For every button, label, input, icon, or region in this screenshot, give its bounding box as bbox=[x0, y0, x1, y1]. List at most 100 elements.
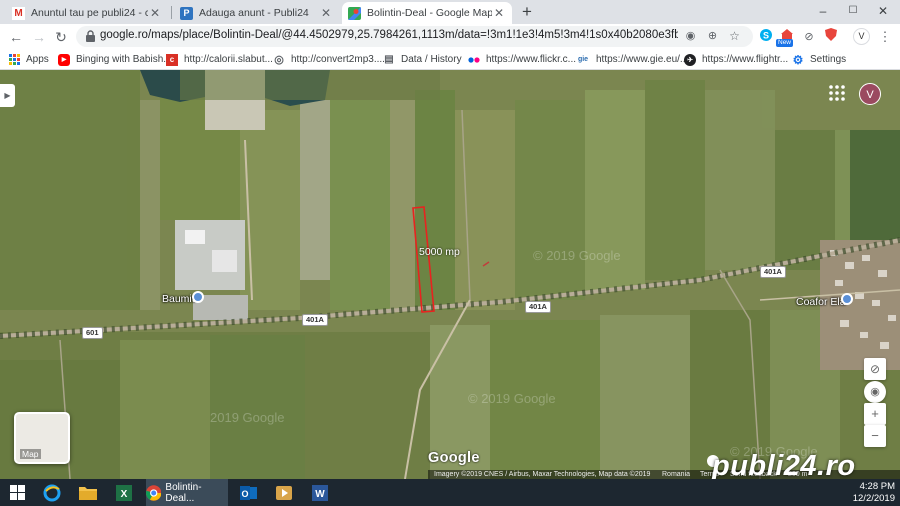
document-icon: ▤ bbox=[384, 54, 394, 65]
bookmark-apps[interactable]: Apps bbox=[8, 52, 49, 67]
map-pin-icon[interactable] bbox=[192, 291, 204, 303]
tab-strip: M Anuntul tau pe publi24 - costjuk ✕ P A… bbox=[0, 0, 900, 24]
new-tab-button[interactable]: + bbox=[516, 2, 538, 22]
road-shield-401a: 401A bbox=[302, 314, 328, 326]
bookmark-label: Settings bbox=[810, 54, 847, 65]
location-icon[interactable]: ◉ bbox=[682, 28, 699, 45]
more-menu-icon[interactable]: ⋮ bbox=[876, 28, 894, 46]
chrome-icon bbox=[146, 484, 162, 501]
bookmark-label: Binging with Babish... bbox=[76, 54, 172, 65]
pegman-icon[interactable]: ◉ bbox=[864, 381, 886, 403]
word-icon[interactable]: W bbox=[306, 479, 334, 506]
globe-icon: ◎ bbox=[274, 54, 284, 66]
bookmark-star-icon[interactable]: ☆ bbox=[726, 28, 743, 45]
bookmarks-bar: Apps ▶ Binging with Babish... c http://c… bbox=[0, 49, 900, 70]
clock-date: 12/2/2019 bbox=[852, 493, 895, 504]
system-clock[interactable]: 4:28 PM 12/2/2019 bbox=[835, 481, 895, 505]
close-window-button[interactable]: ✕ bbox=[868, 0, 898, 24]
back-button[interactable]: ← bbox=[6, 27, 26, 47]
flightradar-icon: ✈ bbox=[684, 53, 696, 66]
map-pin-icon[interactable] bbox=[841, 293, 853, 305]
excel-icon[interactable]: X bbox=[110, 479, 138, 506]
bookmark-flickr[interactable]: https://www.flickr.c... bbox=[468, 52, 576, 67]
file-explorer-icon[interactable] bbox=[74, 479, 102, 506]
layer-switcher[interactable]: Map bbox=[14, 412, 70, 464]
satellite-map[interactable]: ▶ V 5000 mp Baumit Coafor Ela 601 401A 4… bbox=[0, 70, 900, 479]
tab-separator bbox=[171, 6, 172, 19]
windows-icon bbox=[9, 485, 25, 500]
tab-google-maps[interactable]: Bolintin-Deal - Google Maps ✕ bbox=[342, 2, 512, 24]
svg-text:X: X bbox=[121, 489, 128, 500]
maps-icon bbox=[348, 6, 361, 20]
maximize-button[interactable]: ☐ bbox=[838, 0, 868, 24]
compass-icon[interactable]: ⊘ bbox=[864, 358, 886, 380]
layer-switcher-label: Map bbox=[20, 449, 41, 459]
close-tab-icon[interactable]: ✕ bbox=[319, 6, 333, 20]
zoom-out-button[interactable]: − bbox=[864, 425, 886, 447]
address-bar[interactable]: google.ro/maps/place/Bolintin-Deal/@44.4… bbox=[76, 26, 753, 47]
map-watermark: © 2019 Google bbox=[468, 391, 556, 406]
road-shield-601: 601 bbox=[82, 327, 103, 339]
zoom-in-button[interactable]: + bbox=[864, 403, 886, 425]
side-panel-toggle[interactable]: ▶ bbox=[0, 84, 15, 107]
screen: M Anuntul tau pe publi24 - costjuk ✕ P A… bbox=[0, 0, 900, 506]
lock-icon bbox=[86, 30, 95, 42]
google-logo: Google bbox=[428, 450, 480, 466]
tab-publi24[interactable]: P Adauga anunt - Publi24 ✕ bbox=[174, 2, 339, 24]
start-button[interactable] bbox=[0, 479, 34, 506]
bookmark-gie[interactable]: gie https://www.gie.eu/... bbox=[576, 52, 688, 67]
calorii-icon: c bbox=[166, 53, 178, 66]
bookmark-label: http://calorii.slabut... bbox=[184, 54, 273, 65]
gmail-icon: M bbox=[12, 6, 25, 20]
media-player-icon[interactable] bbox=[270, 479, 298, 506]
add-icon[interactable]: ⊕ bbox=[704, 28, 721, 45]
profile-avatar[interactable]: V bbox=[853, 28, 870, 45]
reload-button[interactable]: ↻ bbox=[51, 27, 71, 47]
map-watermark: © 2019 Google bbox=[533, 248, 621, 263]
bookmark-babish[interactable]: ▶ Binging with Babish... bbox=[58, 52, 172, 67]
google-apps-icon[interactable] bbox=[828, 84, 846, 102]
account-avatar[interactable]: V bbox=[859, 83, 881, 105]
bookmark-label: https://www.gie.eu/... bbox=[596, 54, 689, 65]
gear-icon: ⚙ bbox=[792, 52, 804, 67]
chrome-window-title: Bolintin-Deal... bbox=[165, 481, 202, 504]
bookmark-data-history[interactable]: ▤ Data / History bbox=[383, 52, 461, 67]
svg-text:S: S bbox=[763, 31, 769, 41]
youtube-icon: ▶ bbox=[58, 53, 70, 66]
outlook-icon[interactable]: O bbox=[234, 479, 262, 506]
tab-gmail[interactable]: M Anuntul tau pe publi24 - costjuk ✕ bbox=[6, 2, 168, 24]
skype-icon[interactable]: S bbox=[757, 28, 775, 46]
block-icon[interactable]: ⊘ bbox=[800, 28, 818, 46]
forward-button[interactable]: → bbox=[29, 27, 49, 47]
plot-area-label: 5000 mp bbox=[419, 246, 460, 258]
attribution-country[interactable]: Romania bbox=[662, 470, 690, 479]
tab-title: Anuntul tau pe publi24 - costjuk bbox=[31, 7, 148, 19]
internet-explorer-icon[interactable] bbox=[38, 479, 66, 506]
chrome-taskbar-button[interactable]: Bolintin-Deal... bbox=[146, 479, 228, 506]
bookmark-flightradar[interactable]: ✈ https://www.flightr... bbox=[684, 52, 788, 67]
new-badge: New bbox=[776, 39, 794, 47]
shield-icon[interactable] bbox=[822, 28, 840, 46]
close-tab-icon[interactable]: ✕ bbox=[148, 6, 162, 20]
bookmark-calorii[interactable]: c http://calorii.slabut... bbox=[166, 52, 273, 67]
gie-icon: gie bbox=[577, 56, 589, 63]
map-watermark: 2019 Google bbox=[210, 410, 285, 425]
windows-taskbar: X Bolintin-Deal... O W 4:28 PM 12/2/2019 bbox=[0, 479, 900, 506]
tab-title: Bolintin-Deal - Google Maps bbox=[367, 7, 492, 19]
place-label-baumit[interactable]: Baumit bbox=[162, 293, 195, 305]
svg-text:O: O bbox=[241, 489, 248, 499]
bookmark-convert2mp3[interactable]: ◎ http://convert2mp3.... bbox=[273, 52, 385, 67]
road-shield-401a: 401A bbox=[760, 266, 786, 278]
attribution-text: Imagery ©2019 CNES / Airbus, Maxar Techn… bbox=[434, 471, 651, 478]
bookmark-settings[interactable]: ⚙ Settings bbox=[792, 52, 847, 67]
road-shield-401a: 401A bbox=[525, 301, 551, 313]
close-tab-icon[interactable]: ✕ bbox=[492, 6, 506, 20]
url-text: google.ro/maps/place/Bolintin-Deal/@44.4… bbox=[100, 29, 678, 41]
bookmark-label: https://www.flickr.c... bbox=[486, 54, 577, 65]
flickr-icon bbox=[468, 54, 480, 66]
minimize-button[interactable]: – bbox=[808, 0, 838, 24]
clock-time: 4:28 PM bbox=[859, 481, 895, 492]
publi24-icon: P bbox=[180, 6, 193, 20]
svg-text:W: W bbox=[315, 489, 325, 500]
place-label-coafor[interactable]: Coafor Ela bbox=[796, 296, 846, 308]
